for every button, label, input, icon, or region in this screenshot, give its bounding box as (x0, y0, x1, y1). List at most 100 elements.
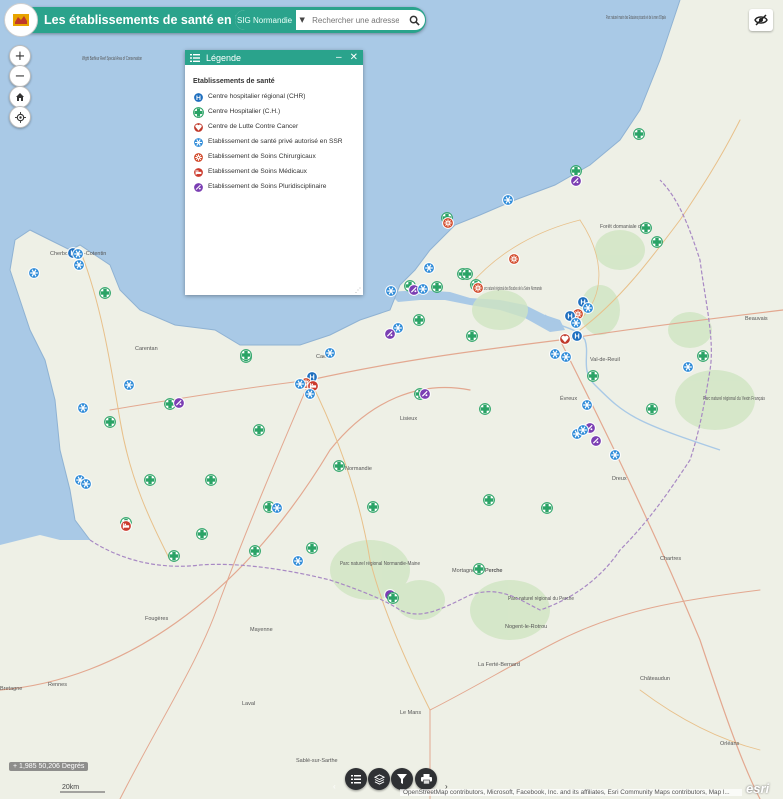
ch-marker[interactable] (205, 474, 217, 486)
search-icon (409, 15, 420, 26)
label-nogent: Nogent-le-Rotrou (505, 624, 547, 630)
ch-marker[interactable] (367, 501, 379, 513)
ssr-marker[interactable] (581, 399, 593, 411)
ch-marker[interactable] (196, 528, 208, 540)
ch-marker[interactable] (306, 542, 318, 554)
print-button[interactable] (415, 768, 437, 790)
ch-marker[interactable] (168, 550, 180, 562)
ch-marker[interactable] (466, 330, 478, 342)
ch-marker[interactable] (483, 494, 495, 506)
multidisciplinary-marker[interactable] (173, 397, 185, 409)
green-cross-icon (193, 107, 204, 118)
ssr-marker[interactable] (682, 361, 694, 373)
ch-marker[interactable] (633, 128, 645, 140)
ssr-marker[interactable] (123, 379, 135, 391)
legend-toggle-button[interactable] (345, 768, 367, 790)
chevron-down-icon[interactable]: ▼ (296, 10, 308, 30)
surgical-marker[interactable] (508, 253, 520, 265)
ch-marker[interactable] (651, 236, 663, 248)
ssr-marker[interactable] (385, 285, 397, 297)
search-button[interactable] (403, 10, 425, 30)
plus-icon: + (14, 48, 26, 64)
ch-marker[interactable] (461, 268, 473, 280)
ch-marker[interactable] (99, 287, 111, 299)
hide-panels-button[interactable] (749, 9, 773, 31)
ssr-marker[interactable] (549, 348, 561, 360)
normandie-logo (4, 3, 38, 37)
ssr-marker[interactable] (582, 302, 594, 314)
ch-marker[interactable] (431, 281, 443, 293)
ssr-marker[interactable] (28, 267, 40, 279)
ssr-marker[interactable] (417, 283, 429, 295)
ssr-marker[interactable] (294, 378, 306, 390)
multidisciplinary-marker[interactable] (384, 328, 396, 340)
ssr-marker[interactable] (324, 347, 336, 359)
ssr-marker[interactable] (609, 449, 621, 461)
home-icon (16, 93, 24, 101)
ch-marker[interactable] (387, 592, 399, 604)
layers-button[interactable] (368, 768, 390, 790)
legend-header: Légende – ✕ (185, 50, 363, 65)
ch-marker[interactable] (646, 403, 658, 415)
ch-marker[interactable] (333, 460, 345, 472)
legend-items: H Centre hospitalier régional (CHR) Centre… (193, 92, 355, 193)
ch-marker[interactable] (473, 563, 485, 575)
cancer-center-marker[interactable] (559, 333, 571, 345)
ssr-marker[interactable] (502, 194, 514, 206)
ch-marker[interactable] (570, 165, 582, 177)
ch-marker[interactable] (253, 424, 265, 436)
ch-marker[interactable] (697, 350, 709, 362)
ch-marker[interactable] (104, 416, 116, 428)
label-rennes: Rennes (48, 682, 67, 688)
ssr-marker[interactable] (80, 478, 92, 490)
ch-marker[interactable] (479, 403, 491, 415)
medical-marker[interactable] (120, 520, 132, 532)
ch-marker[interactable] (640, 222, 652, 234)
legend-item-label: Centre de Lutte Contre Cancer (208, 123, 299, 130)
map-canvas[interactable]: Parc naturel marin des Estuaires picards… (0, 0, 783, 799)
ssr-marker[interactable] (570, 317, 582, 329)
ssr-marker[interactable] (77, 402, 89, 414)
ssr-marker[interactable] (271, 502, 283, 514)
multidisciplinary-marker[interactable] (590, 435, 602, 447)
label-parc-vexin: Parc naturel régional du Vexin Français (703, 396, 765, 402)
multidisciplinary-marker[interactable] (419, 388, 431, 400)
label-sable: Sablé-sur-Sarthe (296, 758, 338, 764)
ssr-marker[interactable] (292, 555, 304, 567)
surgical-marker[interactable] (472, 282, 484, 294)
surgical-marker[interactable] (442, 217, 454, 229)
ch-marker[interactable] (249, 545, 261, 557)
ssr-marker[interactable] (423, 262, 435, 274)
filter-button[interactable] (391, 768, 413, 790)
ch-marker[interactable] (413, 314, 425, 326)
home-button[interactable] (9, 86, 31, 108)
esri-logo: esri (746, 781, 770, 796)
zoom-in-button[interactable]: + (9, 45, 31, 67)
locate-icon (14, 111, 26, 123)
label-la-ferte: La Ferté-Bernard (478, 662, 520, 668)
multidisciplinary-marker[interactable] (570, 175, 582, 187)
search-box: SIG Normandie ▼ (235, 10, 425, 30)
ssr-marker[interactable] (304, 388, 316, 400)
label-chartres: Chartres (660, 556, 681, 562)
ssr-marker[interactable] (577, 424, 589, 436)
ssr-marker[interactable] (72, 248, 84, 260)
ssr-marker[interactable] (560, 351, 572, 363)
blue-snowflake-icon (193, 137, 204, 148)
ch-marker[interactable] (587, 370, 599, 382)
close-button[interactable]: ✕ (350, 52, 358, 63)
search-source-label[interactable]: SIG Normandie (235, 10, 297, 30)
search-input[interactable] (308, 11, 403, 29)
resize-handle[interactable]: ⋰ (355, 287, 361, 294)
zoom-out-button[interactable]: − (9, 65, 31, 87)
chevron-left-icon[interactable]: ‹ (333, 782, 336, 791)
locate-button[interactable] (9, 106, 31, 128)
ch-marker[interactable] (541, 502, 553, 514)
chr-marker[interactable]: H (571, 330, 583, 342)
minimize-button[interactable]: – (336, 52, 342, 63)
ssr-marker[interactable] (73, 259, 85, 271)
ch-marker[interactable] (144, 474, 156, 486)
ch-marker[interactable] (240, 349, 252, 361)
minus-icon: − (14, 68, 26, 84)
list-icon (190, 53, 200, 62)
